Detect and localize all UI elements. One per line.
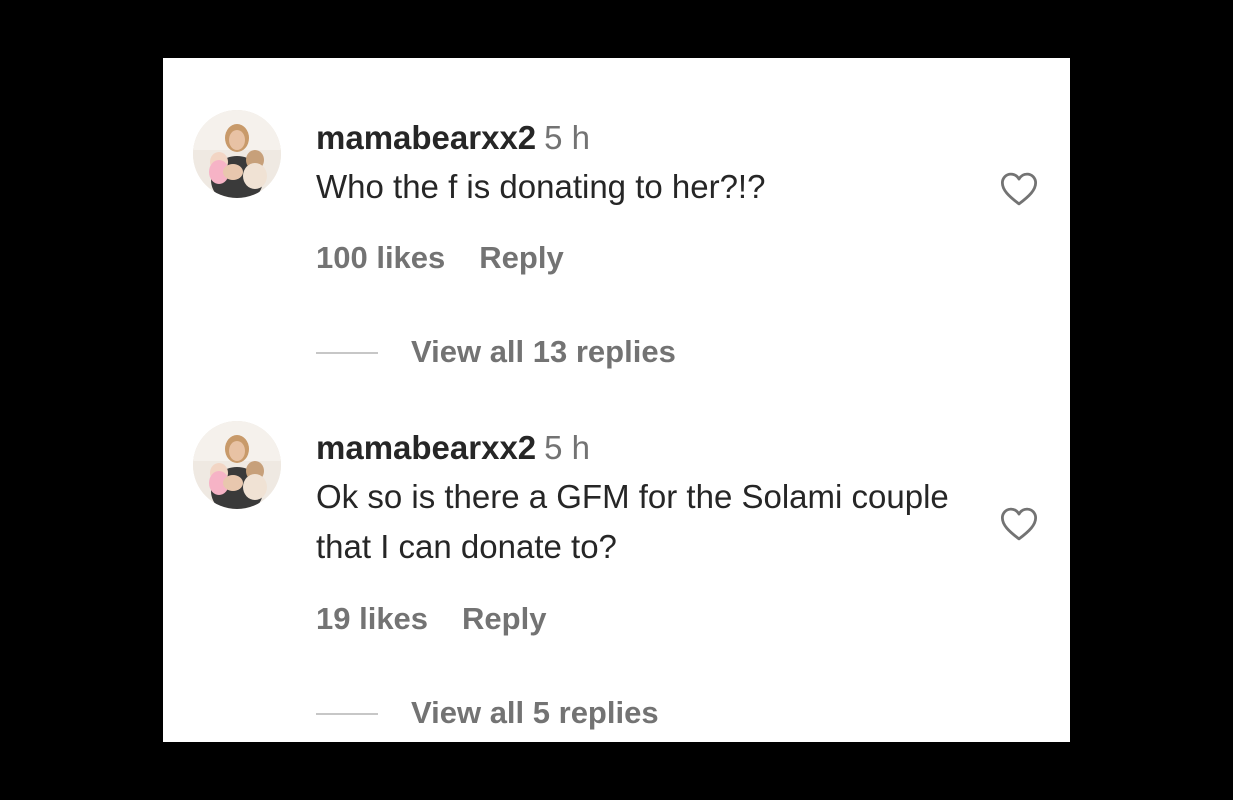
likes-count[interactable]: 100 likes xyxy=(316,240,445,275)
divider-line xyxy=(316,352,378,354)
profile-photo-icon xyxy=(193,421,281,509)
comment-time: 5 h xyxy=(544,119,591,156)
avatar[interactable] xyxy=(193,421,281,509)
reply-button[interactable]: Reply xyxy=(479,240,563,275)
reply-button[interactable]: Reply xyxy=(462,601,546,636)
likes-count[interactable]: 19 likes xyxy=(316,601,428,636)
heart-outline-icon[interactable] xyxy=(998,168,1040,210)
heart-outline-icon[interactable] xyxy=(998,503,1040,545)
comment-time: 5 h xyxy=(544,429,591,466)
comments-panel: mamabearxx2 5 h Who the f is donating to … xyxy=(163,58,1070,742)
avatar[interactable] xyxy=(193,110,281,198)
comment-text: Ok so is there a GFM for the Solami coup… xyxy=(316,478,949,565)
view-replies-label: View all 13 replies xyxy=(411,334,676,369)
profile-photo-icon xyxy=(193,110,281,198)
comment-header: mamabearxx2 5 h xyxy=(316,428,590,468)
comment-actions: 100 likes Reply xyxy=(316,238,564,278)
comment-header: mamabearxx2 5 h xyxy=(316,118,590,158)
comment-actions: 19 likes Reply xyxy=(316,599,546,639)
comment-text: Who the f is donating to her?!? xyxy=(316,168,766,205)
username-link[interactable]: mamabearxx2 xyxy=(316,119,536,156)
view-replies-label: View all 5 replies xyxy=(411,695,659,730)
username-link[interactable]: mamabearxx2 xyxy=(316,429,536,466)
divider-line xyxy=(316,713,378,715)
